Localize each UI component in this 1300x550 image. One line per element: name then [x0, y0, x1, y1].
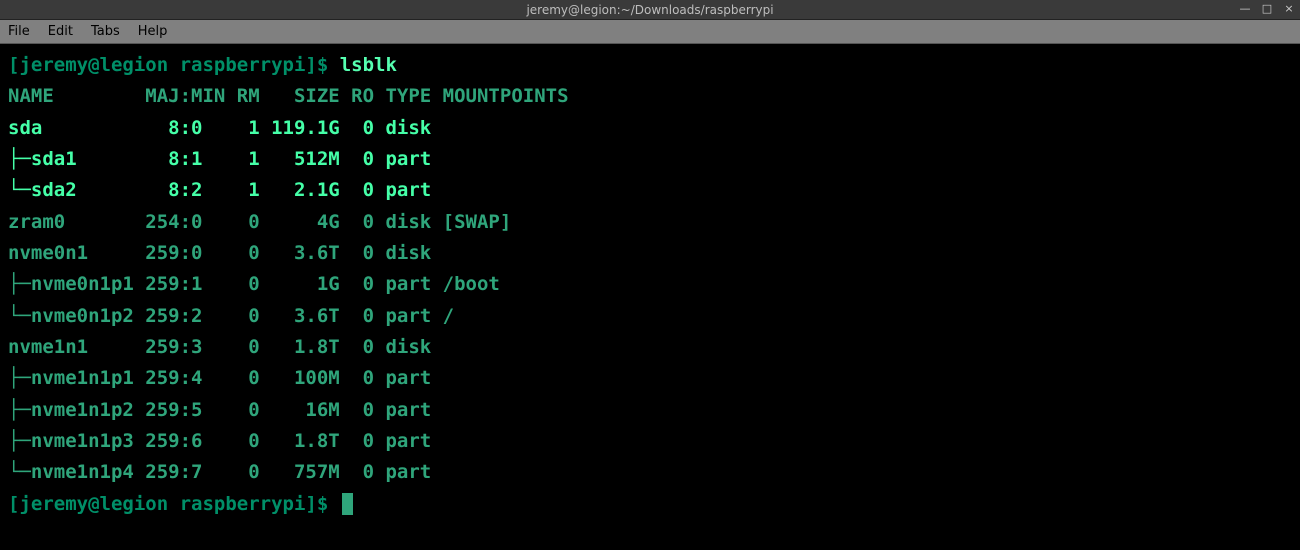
table-row: ├─nvme1n1p2 259:5 0 16M 0 part: [8, 399, 443, 421]
table-row: zram0 254:0 0 4G 0 disk [SWAP]: [8, 211, 511, 233]
prompt-line-1: [jeremy@legion raspberrypi]$ lsblk: [8, 54, 397, 76]
prompt-line-2: [jeremy@legion raspberrypi]$: [8, 493, 353, 515]
table-row: nvme1n1 259:3 0 1.8T 0 disk: [8, 336, 443, 358]
menu-edit[interactable]: Edit: [48, 24, 73, 39]
terminal[interactable]: [jeremy@legion raspberrypi]$ lsblk NAME …: [0, 44, 1300, 550]
lsblk-rows: sda 8:0 1 119.1G 0 disk ├─sda1 8:1 1 512…: [8, 113, 1292, 489]
command-text: lsblk: [340, 54, 397, 76]
minimize-icon[interactable]: —: [1238, 2, 1252, 15]
prompt-text: [jeremy@legion raspberrypi]$: [8, 54, 340, 76]
titlebar: jeremy@legion:~/Downloads/raspberrypi — …: [0, 0, 1300, 20]
table-row: sda 8:0 1 119.1G 0 disk: [8, 117, 443, 139]
table-row: └─nvme0n1p2 259:2 0 3.6T 0 part /: [8, 305, 454, 327]
menubar: File Edit Tabs Help: [0, 20, 1300, 44]
menu-help[interactable]: Help: [138, 24, 168, 39]
table-row: ├─nvme1n1p1 259:4 0 100M 0 part: [8, 367, 443, 389]
lsblk-header: NAME MAJ:MIN RM SIZE RO TYPE MOUNTPOINTS: [8, 85, 569, 107]
menu-file[interactable]: File: [8, 24, 30, 39]
cursor-icon: [342, 493, 353, 515]
close-icon[interactable]: ×: [1282, 2, 1296, 15]
table-row: nvme0n1 259:0 0 3.6T 0 disk: [8, 242, 443, 264]
table-row: ├─sda1 8:1 1 512M 0 part: [8, 148, 443, 170]
menu-tabs[interactable]: Tabs: [91, 24, 120, 39]
window-title: jeremy@legion:~/Downloads/raspberrypi: [526, 3, 773, 17]
table-row: ├─nvme0n1p1 259:1 0 1G 0 part /boot: [8, 273, 500, 295]
table-row: ├─nvme1n1p3 259:6 0 1.8T 0 part: [8, 430, 443, 452]
maximize-icon[interactable]: □: [1260, 2, 1274, 15]
window-controls: — □ ×: [1238, 2, 1296, 15]
table-row: └─nvme1n1p4 259:7 0 757M 0 part: [8, 461, 443, 483]
prompt-text-2: [jeremy@legion raspberrypi]$: [8, 493, 340, 515]
table-row: └─sda2 8:2 1 2.1G 0 part: [8, 179, 443, 201]
